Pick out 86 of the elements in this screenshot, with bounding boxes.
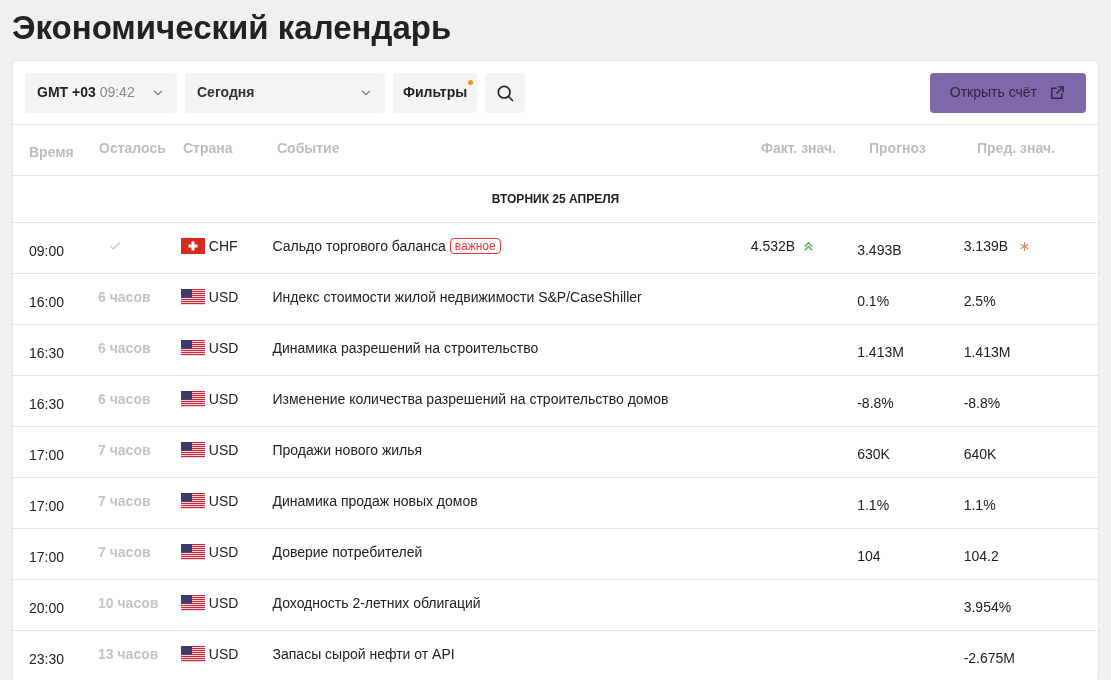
event-row[interactable]: 20:00 10 часов USD Доходность 2-летних облигаций 3.954% xyxy=(13,580,1098,631)
event-row[interactable]: 09:00 CHF Сальдо торгового баланса важное 4.532B 3.493B 3.139B xyxy=(13,223,1098,274)
column-header: Пред. знач. xyxy=(977,138,1055,158)
time-cell-text: 17:00 xyxy=(29,497,65,516)
time-cell-text: 16:30 xyxy=(29,344,65,363)
actual-value: 4.532B xyxy=(750,236,796,256)
us-flag-icon xyxy=(180,289,205,305)
forecast-value: -8.8% xyxy=(857,394,894,413)
date-heading: ВТОРНИК 25 АПРЕЛЯ xyxy=(491,191,620,208)
us-flag-icon xyxy=(180,544,205,560)
currency-code: USD xyxy=(208,491,239,511)
column-header: Время xyxy=(29,143,74,162)
forecast-value: 1.413M xyxy=(857,343,904,362)
previous-value: 3.954% xyxy=(963,598,1012,617)
previous-value: 3.139B xyxy=(963,236,1009,256)
page-title: Экономический календарь xyxy=(12,8,453,48)
event-row[interactable]: 17:00 7 часов USD Динамика продаж новых домов 1.1% 1.1% xyxy=(13,478,1098,529)
currency-code: CHF xyxy=(208,236,238,256)
previous-value: 104.2 xyxy=(963,547,999,566)
previous-value: -2.675M xyxy=(963,649,1016,668)
event-row[interactable]: 17:00 7 часов USD Доверие потребителей 104 104.2 xyxy=(13,529,1098,580)
event-name: Изменение количества разрешений на строительство домов xyxy=(272,389,669,409)
time-cell-text: 09:00 xyxy=(29,242,65,261)
forecast-value: 1.1% xyxy=(857,496,890,515)
period-dropdown[interactable]: Сегодня xyxy=(185,72,385,113)
event-name: Доверие потребителей xyxy=(272,542,423,562)
event-row[interactable]: 16:30 6 часов USD Динамика разрешений на строительство 1.413M 1.413M xyxy=(13,325,1098,376)
time-remaining: 13 часов xyxy=(98,644,159,664)
event-name: Динамика разрешений на строительство xyxy=(272,338,539,358)
time-cell-text: 16:00 xyxy=(29,293,65,312)
time-cell-text: 16:30 xyxy=(29,395,65,414)
time-remaining: 6 часов xyxy=(98,287,151,307)
importance-badge: важное xyxy=(449,238,501,254)
us-flag-icon xyxy=(180,442,205,458)
event-name: Доходность 2-летних облигаций xyxy=(272,593,481,613)
event-row[interactable]: 16:30 6 часов USD Изменение количества разрешений на строительство домов -8.8% -8.8% xyxy=(13,376,1098,427)
forecast-value: 0.1% xyxy=(857,292,890,311)
event-name: Запасы сырой нефти от API xyxy=(272,644,455,664)
column-header: Осталось xyxy=(99,138,166,158)
event-name: Продажи нового жилья xyxy=(272,440,423,460)
event-name: Индекс стоимости жилой недвижимости S&P/CaseShiller xyxy=(272,287,642,307)
us-flag-icon xyxy=(180,595,205,611)
event-name: Динамика продаж новых домов xyxy=(272,491,478,511)
forecast-value: 630K xyxy=(857,445,890,464)
previous-value: 1.413M xyxy=(963,343,1011,362)
us-flag-icon xyxy=(180,646,205,662)
column-header: Прогноз xyxy=(869,138,926,158)
filters-button[interactable]: Фильтры xyxy=(393,72,478,113)
timezone-dropdown[interactable]: GMT +03 09:42 xyxy=(25,72,177,113)
currency-code: USD xyxy=(208,389,239,409)
us-flag-icon xyxy=(180,493,205,509)
previous-value: 2.5% xyxy=(963,292,996,311)
previous-value: 1.1% xyxy=(963,496,996,515)
previous-value: -8.8% xyxy=(963,394,1001,413)
external-link-icon xyxy=(1049,84,1066,101)
time-remaining: 10 часов xyxy=(98,593,159,613)
time-remaining: 7 часов xyxy=(98,440,151,460)
forecast-value: 104 xyxy=(857,547,881,566)
check-icon xyxy=(108,239,122,253)
previous-value: 640K xyxy=(963,445,997,464)
currency-code: USD xyxy=(208,593,239,613)
time-remaining: 7 часов xyxy=(98,542,151,562)
event-name: Сальдо торгового баланса xyxy=(272,236,446,256)
column-header: Страна xyxy=(183,138,233,158)
event-row[interactable]: 23:30 13 часов USD Запасы сырой нефти от API -2.675M xyxy=(13,631,1098,680)
currency-code: USD xyxy=(208,338,239,358)
currency-code: USD xyxy=(208,644,239,664)
swiss-flag-icon xyxy=(180,238,205,254)
event-row[interactable]: 16:00 6 часов USD Индекс стоимости жилой недвижимости S&P/CaseShiller 0.1% 2.5% xyxy=(13,274,1098,325)
event-row[interactable]: 17:00 7 часов USD Продажи нового жилья 630K 640K xyxy=(13,427,1098,478)
time-cell-text: 23:30 xyxy=(29,650,65,669)
time-remaining: 6 часов xyxy=(98,338,151,358)
column-header: Событие xyxy=(277,138,340,158)
currency-code: USD xyxy=(208,287,239,307)
time-remaining: 6 часов xyxy=(98,389,151,409)
forecast-value: 3.493B xyxy=(857,241,902,260)
us-flag-icon xyxy=(180,340,205,356)
column-header: Факт. знач. xyxy=(761,138,837,158)
us-flag-icon xyxy=(180,391,205,407)
search-button[interactable] xyxy=(485,72,526,113)
currency-code: USD xyxy=(208,440,239,460)
time-remaining: 7 часов xyxy=(98,491,151,511)
currency-code: USD xyxy=(208,542,239,562)
time-cell-text: 17:00 xyxy=(29,548,65,567)
time-cell-text: 17:00 xyxy=(29,446,65,465)
time-cell-text: 20:00 xyxy=(29,599,65,618)
